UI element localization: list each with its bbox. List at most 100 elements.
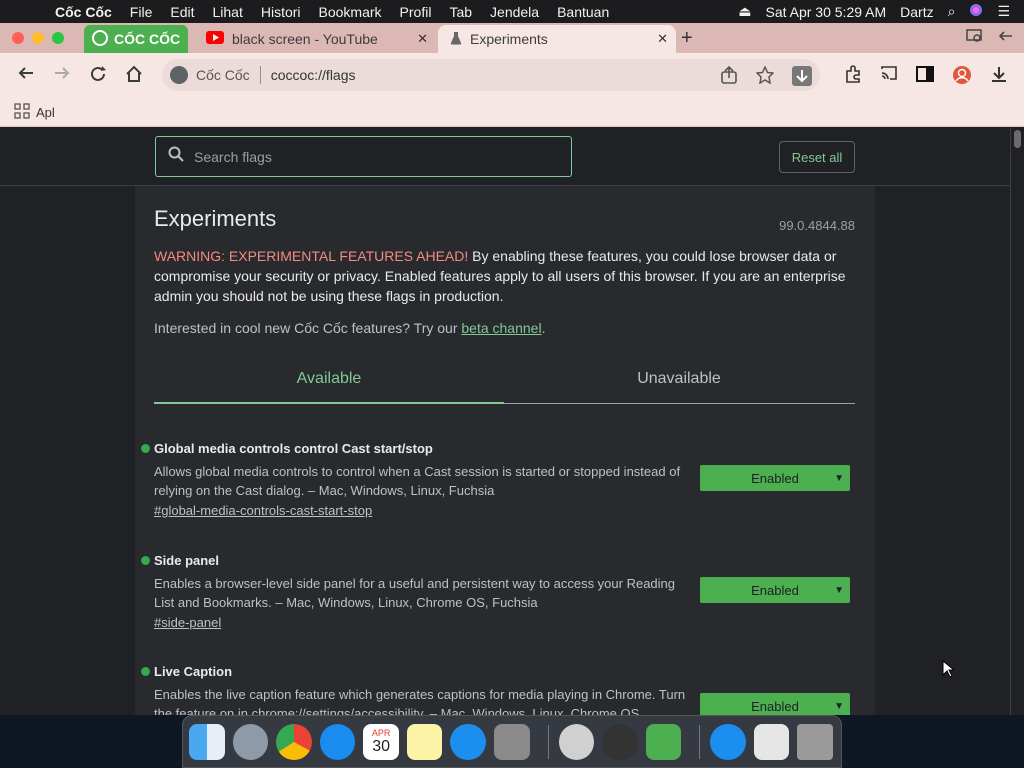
coccoc-icon[interactable] — [645, 723, 682, 760]
tabstrip-actions — [966, 29, 1014, 48]
siri-icon[interactable] — [969, 3, 983, 20]
close-tab-icon[interactable]: ✕ — [417, 31, 428, 47]
reset-all-button[interactable]: Reset all — [779, 141, 855, 173]
chrome-icon[interactable] — [276, 723, 312, 760]
notes-icon[interactable] — [406, 723, 443, 760]
menubar-status: ⏏ Sat Apr 30 5:29 AM Dartz ⌕ ☰ — [738, 0, 1024, 23]
app-store-icon[interactable] — [450, 723, 487, 760]
disk-utility-icon[interactable] — [602, 723, 638, 760]
calendar-month: APR — [371, 727, 391, 738]
tab-youtube-title: black screen - YouTube — [232, 31, 378, 47]
flags-page: Reset all Experiments 99.0.4844.88 WARNI… — [0, 128, 1010, 715]
zoom-window-button[interactable] — [52, 32, 64, 44]
bookmarks-bar: Apl — [0, 97, 1024, 127]
apps-grid-icon — [14, 103, 30, 122]
promo-end: . — [541, 320, 546, 336]
warning-heading: WARNING: EXPERIMENTAL FEATURES AHEAD! — [154, 248, 469, 264]
macos-dock: APR 30 — [182, 715, 842, 768]
menu-bookmark[interactable]: Bookmark — [319, 4, 382, 20]
reload-icon[interactable] — [89, 65, 107, 88]
spotlight-search-icon[interactable]: ⌕ — [948, 3, 956, 20]
forward-arrow-icon[interactable] — [54, 65, 70, 86]
safari-icon[interactable] — [319, 723, 356, 760]
modified-indicator — [141, 667, 150, 676]
compass-tool-icon[interactable] — [558, 723, 595, 760]
browser-window: CỐC CỐC black screen - YouTube ✕ Experim… — [0, 23, 1024, 715]
close-window-button[interactable] — [12, 32, 24, 44]
site-info-icon[interactable] — [170, 66, 188, 84]
profile-avatar-icon[interactable] — [952, 65, 972, 90]
minimize-window-button[interactable] — [32, 32, 44, 44]
clock[interactable]: Sat Apr 30 5:29 AM — [766, 4, 887, 20]
youtube-icon — [206, 31, 224, 47]
menu-edit[interactable]: Edit — [170, 4, 194, 20]
share-icon[interactable] — [720, 65, 738, 91]
menu-app-name[interactable]: Cốc Cốc — [55, 4, 112, 20]
modified-indicator — [141, 556, 150, 565]
menu-tab[interactable]: Tab — [449, 4, 472, 20]
search-box[interactable] — [155, 136, 572, 177]
flag-name: Side panel — [154, 553, 220, 568]
menu-view[interactable]: Lihat — [212, 4, 242, 20]
back-arrow-icon[interactable] — [18, 65, 34, 86]
document-icon[interactable] — [753, 723, 790, 760]
flag-permalink[interactable]: #global-media-controls-cast-start-stop — [154, 503, 854, 518]
flag-state-value: Enabled — [751, 698, 799, 714]
flag-permalink[interactable]: #side-panel — [154, 615, 854, 630]
menu-history[interactable]: Histori — [261, 4, 301, 20]
bookmark-star-icon[interactable] — [755, 65, 775, 91]
user-name[interactable]: Dartz — [900, 4, 933, 20]
active-tab-indicator — [154, 402, 504, 404]
search-flags-input[interactable] — [194, 148, 554, 165]
brand-label: CỐC CỐC — [114, 31, 181, 47]
flag-description: Enables a browser-level side panel for a… — [154, 576, 676, 610]
flag-item: Global media controls control Cast start… — [141, 441, 854, 518]
address-bar[interactable]: Cốc Cốc coccoc://flags — [162, 59, 820, 91]
flag-item: Live Caption Enables the live caption fe… — [141, 664, 854, 715]
flag-state-value: Enabled — [751, 470, 799, 486]
cast-icon[interactable] — [880, 65, 898, 90]
warning-message: WARNING: EXPERIMENTAL FEATURES AHEAD! By… — [154, 246, 854, 306]
flag-state-select[interactable]: Enabled ▼ — [700, 577, 850, 603]
launchpad-icon[interactable] — [232, 723, 269, 760]
dock-divider — [699, 724, 701, 759]
downloads-icon[interactable] — [990, 65, 1008, 90]
control-center-icon[interactable]: ☰ — [997, 3, 1010, 20]
flag-state-select[interactable]: Enabled ▼ — [700, 465, 850, 491]
chevron-down-icon: ▼ — [834, 584, 844, 596]
menu-window[interactable]: Jendela — [490, 4, 539, 20]
beta-promo: Interested in cool new Cốc Cốc features?… — [154, 320, 545, 336]
menu-profile[interactable]: Profil — [400, 4, 432, 20]
tab-unavailable[interactable]: Unavailable — [504, 370, 854, 388]
calendar-icon[interactable]: APR 30 — [363, 723, 399, 760]
home-icon[interactable] — [125, 65, 143, 88]
promo-text: Interested in cool new Cốc Cốc features?… — [154, 320, 462, 336]
page-title: Experiments — [154, 206, 277, 231]
back-tabs-icon[interactable] — [998, 29, 1014, 48]
download-page-icon[interactable] — [792, 66, 812, 91]
tab-search-icon[interactable] — [966, 29, 982, 48]
app-store-folder-icon[interactable] — [710, 723, 746, 760]
new-tab-button[interactable]: + — [681, 27, 693, 50]
eject-icon[interactable]: ⏏ — [738, 3, 751, 20]
finder-icon[interactable] — [189, 723, 225, 760]
brand-tab[interactable]: CỐC CỐC — [84, 25, 188, 53]
menu-help[interactable]: Bantuan — [557, 4, 609, 20]
modified-indicator — [141, 444, 150, 453]
bookmark-apps[interactable]: Apl — [14, 103, 55, 122]
side-panel-icon[interactable] — [916, 65, 934, 90]
menu-file[interactable]: File — [130, 4, 153, 20]
page-scrollbar[interactable] — [1010, 128, 1024, 715]
site-label: Cốc Cốc — [196, 67, 250, 83]
beta-channel-link[interactable]: beta channel — [461, 320, 541, 336]
tab-available[interactable]: Available — [154, 370, 504, 388]
flag-state-select[interactable]: Enabled ▼ — [700, 693, 850, 715]
close-tab-icon[interactable]: ✕ — [657, 31, 668, 47]
url-text[interactable]: coccoc://flags — [271, 67, 356, 83]
tab-experiments[interactable]: Experiments ✕ — [438, 25, 676, 53]
tab-youtube[interactable]: black screen - YouTube ✕ — [196, 25, 436, 53]
system-preferences-icon[interactable] — [494, 723, 530, 760]
extensions-icon[interactable] — [844, 65, 862, 90]
trash-icon[interactable] — [797, 723, 834, 760]
scrollbar-thumb[interactable] — [1014, 130, 1021, 148]
